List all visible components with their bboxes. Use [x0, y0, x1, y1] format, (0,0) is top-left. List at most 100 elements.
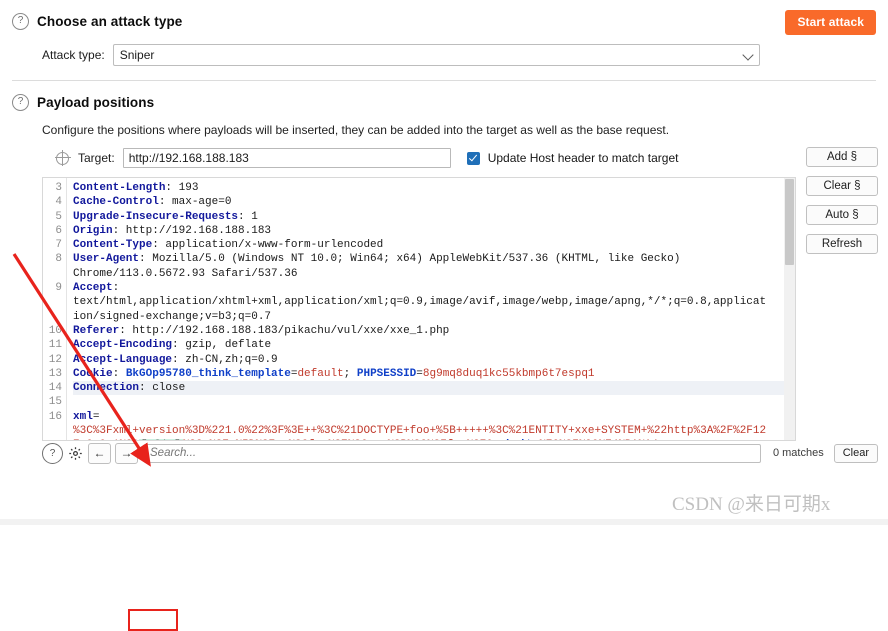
code-token: submit [493, 439, 533, 440]
code-token: Accept-Language [73, 353, 173, 366]
line-number: 11 [48, 339, 62, 352]
auto-markers-button[interactable]: Auto § [806, 205, 878, 225]
attack-type-section: ? Choose an attack type Start attack Att… [0, 0, 888, 81]
line-number: 16 [48, 410, 62, 423]
code-token: Origin [73, 224, 113, 237]
line-number: 10 [48, 324, 62, 337]
code-line[interactable]: Accept: [73, 281, 795, 295]
code-token: xml [73, 410, 93, 423]
code-line[interactable]: Content-Length: 193 [73, 181, 795, 195]
code-line[interactable]: Origin: http://192.168.188.183 [73, 224, 795, 238]
question-icon[interactable]: ? [42, 442, 63, 464]
code-line[interactable]: User-Agent: Mozilla/5.0 (Windows NT 10.0… [73, 252, 795, 266]
code-token: Content-Type [73, 239, 153, 252]
line-number: 12 [48, 353, 62, 366]
line-number: 15 [48, 396, 62, 409]
line-number: 13 [48, 367, 62, 380]
target-crosshair-icon [54, 150, 71, 166]
annotation-highlight-box [128, 609, 178, 631]
line-number [43, 424, 62, 438]
code-token: 8g9mq8duq1kc55kbmp6t7espq1 [422, 367, 595, 380]
code-line[interactable]: Accept-Language: zh-CN,zh;q=0.9 [73, 353, 795, 367]
attack-type-value: Sniper [119, 48, 155, 62]
line-number: 14 [48, 382, 62, 395]
code-token: : application/x-www-form-urlencoded [152, 239, 384, 252]
code-line[interactable] [73, 395, 795, 409]
code-token: Content-Length [73, 182, 166, 194]
target-label: Target: [78, 151, 115, 165]
code-line[interactable]: Connection: close [73, 381, 795, 396]
chevron-down-icon [742, 49, 754, 61]
code-token: 7.0.0.1%3A [73, 439, 139, 440]
code-token: ; [343, 367, 357, 380]
code-line[interactable]: Upgrade-Insecure-Requests: 1 [73, 210, 795, 224]
search-next-button[interactable]: → [115, 442, 138, 464]
question-icon[interactable]: ? [12, 12, 29, 30]
payload-positions-title: Payload positions [37, 94, 155, 110]
target-input[interactable] [122, 148, 451, 168]
code-token: %22+%3E+%5D%3E++%3Cfoo%3E%26xxe%3B%3C%2F… [183, 439, 493, 440]
editor-vertical-scrollbar[interactable] [784, 178, 795, 440]
clear-search-button[interactable]: Clear [833, 443, 878, 463]
code-token: Cache-Control [73, 196, 159, 209]
code-line[interactable]: ion/signed-exchange;v=b3;q=0.7 [73, 310, 795, 324]
code-token: %3C%3Fxml+version%3D%221.0%22%3F%3E++%3C… [73, 425, 767, 438]
code-line[interactable]: 7.0.0.1%3A§ 81 §%22+%3E+%5D%3E++%3Cfoo%3… [73, 438, 795, 440]
code-token: : [112, 367, 126, 380]
code-line[interactable]: Referer: http://192.168.188.183/pikachu/… [73, 324, 795, 338]
clear-markers-button[interactable]: Clear § [806, 176, 878, 196]
add-marker-button[interactable]: Add § [806, 147, 878, 167]
search-input[interactable] [144, 443, 761, 463]
request-code-editor[interactable]: 345678 9 10 11 12 13 14 15 16 Content-Length: … [42, 177, 796, 441]
line-number-gutter: 3 456 78 9 10 11 12 13 14 15 16 [43, 178, 67, 440]
code-token: = [92, 410, 100, 423]
window-bottom-strip [0, 519, 888, 525]
code-line[interactable]: Cache-Control: max-age=0 [73, 195, 795, 209]
page-title: Choose an attack type [37, 13, 183, 29]
update-host-checkbox-wrap[interactable]: Update Host header to match target [466, 151, 679, 165]
gear-icon[interactable] [66, 444, 85, 463]
line-number [43, 438, 62, 440]
code-token: : gzip, deflate [172, 339, 272, 352]
update-host-label: Update Host header to match target [487, 151, 679, 165]
payload-positions-description: Configure the positions where payloads w… [42, 123, 670, 137]
search-prev-button[interactable]: ← [88, 442, 111, 464]
code-token: BkGOp95780_think_template [125, 367, 291, 380]
code-token: = [416, 367, 423, 380]
attack-type-select[interactable]: Sniper [112, 44, 760, 66]
code-token: default [297, 367, 344, 380]
code-token: =%E6%8F%90%E4%BA%A4 [533, 439, 658, 440]
start-attack-button[interactable]: Start attack [785, 10, 876, 35]
request-code-content[interactable]: Content-Length: 193 Cache-Control: max-ag… [67, 178, 795, 440]
refresh-button[interactable]: Refresh [806, 234, 878, 254]
code-token: : zh-CN,zh;q=0.9 [172, 353, 278, 366]
code-token: text/html,application/xhtml+xml,applicat… [73, 296, 767, 309]
update-host-checkbox[interactable] [466, 151, 480, 165]
code-line[interactable]: Content-Type: application/x-www-form-url… [73, 238, 795, 252]
payload-positions-section: ? Payload positions Configure the positi… [0, 81, 888, 137]
code-line[interactable]: Chrome/113.0.5672.93 Safari/537.36 [73, 267, 795, 281]
code-token: : [112, 282, 120, 295]
match-count-label: 0 matches [772, 447, 824, 459]
code-token: User-Agent [73, 253, 140, 266]
attack-type-label: Attack type: [42, 48, 105, 62]
question-icon[interactable]: ? [12, 93, 29, 111]
code-line[interactable]: Accept-Encoding: gzip, deflate [73, 338, 795, 352]
line-number: 8 [55, 253, 62, 266]
code-line[interactable]: Cookie: BkGOp95780_think_template = defaul… [73, 367, 795, 381]
code-token: : max-age=0 [158, 196, 232, 209]
scrollbar-thumb[interactable] [785, 179, 794, 265]
code-token: : close [139, 382, 186, 395]
code-line[interactable]: text/html,application/xhtml+xml,applicat… [73, 295, 795, 309]
target-row: Target: Update Host header to match targ… [54, 147, 888, 169]
csdn-watermark: CSDN @来日可期x [672, 494, 831, 515]
code-line[interactable]: xml= [73, 410, 795, 424]
code-token: Referer [73, 324, 120, 337]
code-token: Accept [73, 282, 113, 295]
code-token: Cookie [73, 367, 113, 380]
code-line[interactable]: %3C%3Fxml+version%3D%221.0%22%3F%3E++%3C… [73, 424, 795, 438]
payload-positions-header: ? Payload positions [12, 81, 876, 117]
code-token: Accept-Encoding [73, 339, 173, 352]
attack-type-header: ? Choose an attack type [12, 0, 876, 36]
code-token: ion/signed-exchange;v=b3;q=0.7 [73, 310, 272, 323]
